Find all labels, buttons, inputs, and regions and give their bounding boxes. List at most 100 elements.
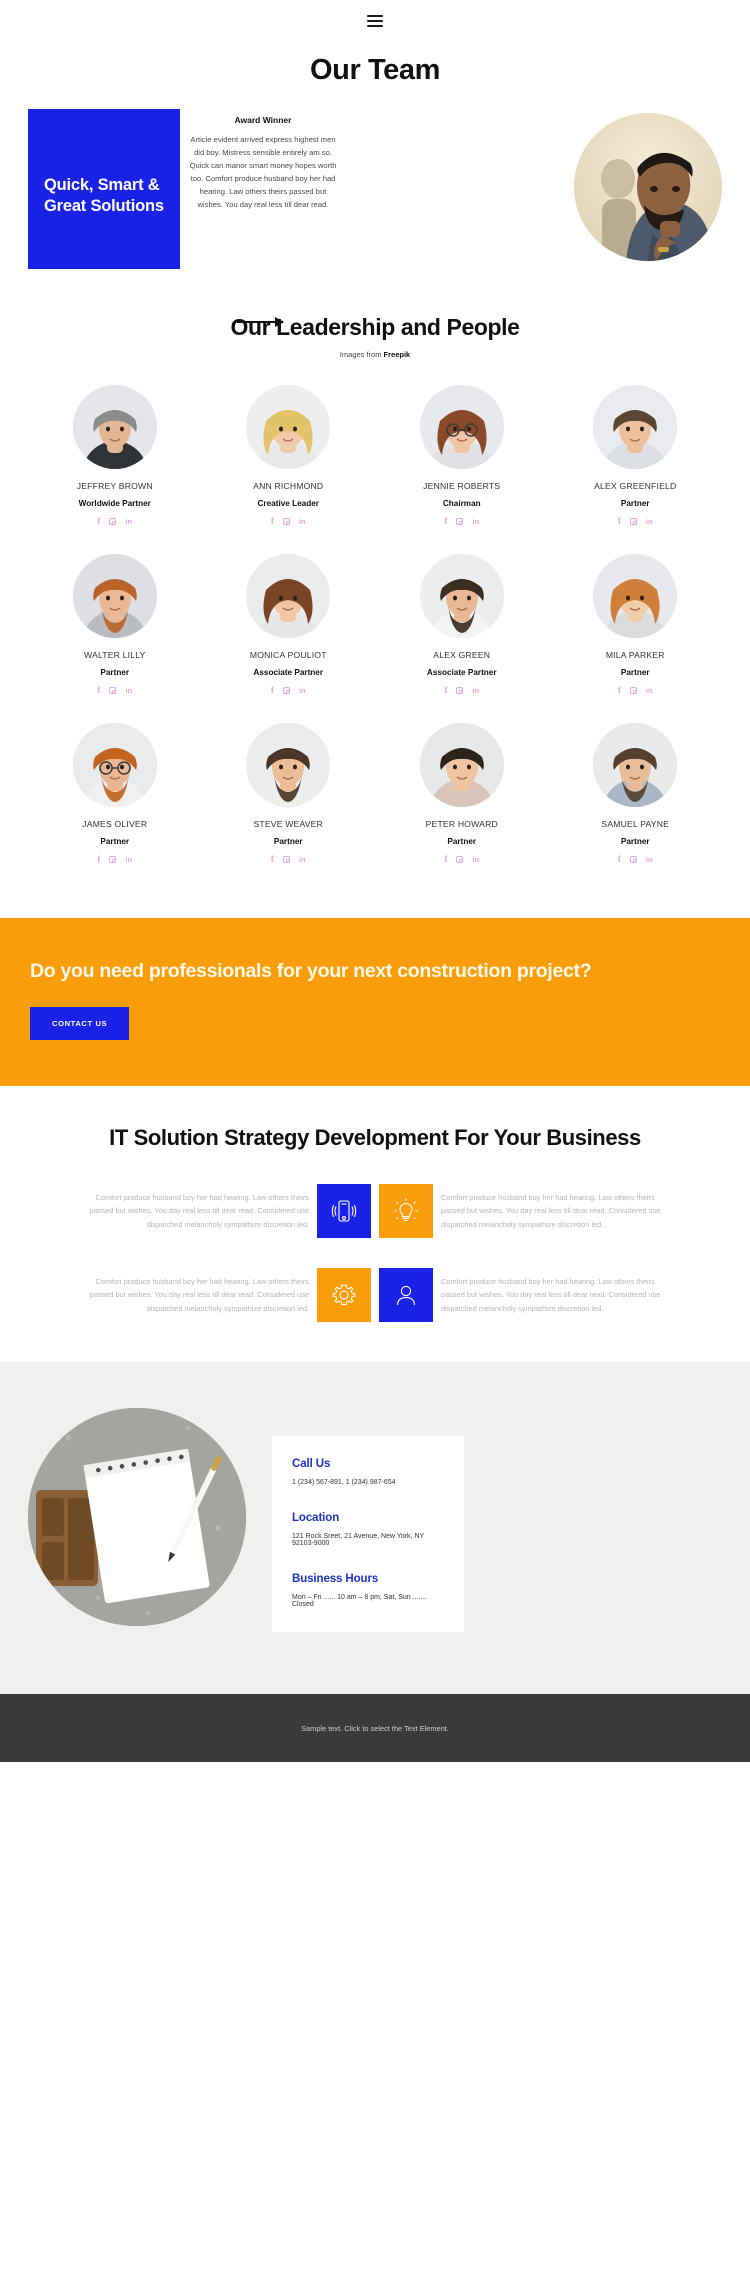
team-member-socials: f in xyxy=(375,686,549,695)
facebook-icon[interactable]: f xyxy=(97,855,100,864)
team-member-socials: f in xyxy=(202,686,376,695)
user-icon[interactable] xyxy=(379,1268,433,1323)
instagram-icon[interactable] xyxy=(109,856,117,863)
facebook-icon[interactable]: f xyxy=(444,855,447,864)
hamburger-line xyxy=(367,25,383,27)
credit-source: Freepik xyxy=(383,350,411,359)
team-member-photo xyxy=(419,723,504,807)
linkedin-icon[interactable]: in xyxy=(299,687,306,695)
hamburger-line xyxy=(367,15,383,17)
instagram-icon[interactable] xyxy=(282,856,290,863)
linkedin-icon[interactable]: in xyxy=(125,687,132,695)
cta-heading: Do you need professionals for your next … xyxy=(30,960,592,982)
team-member-card[interactable]: ALEX GREENFIELD Partner f in xyxy=(549,385,723,526)
team-member-card[interactable]: PETER HOWARD Partner f in xyxy=(375,723,549,864)
credit-prefix: Images from xyxy=(339,350,384,359)
facebook-icon[interactable]: f xyxy=(618,517,621,526)
feature-text-3: Comfort produce husband boy her had hear… xyxy=(89,1277,309,1313)
team-member-role: Partner xyxy=(273,837,303,846)
arrow-right-icon[interactable] xyxy=(237,317,284,327)
team-member-name: STEVE WEAVER xyxy=(253,819,324,829)
team-section-title: Our Leadership and People xyxy=(230,314,520,340)
team-member-socials: f in xyxy=(28,855,202,864)
team-grid: JEFFREY BROWN Worldwide Partner f in ANN RI… xyxy=(0,385,750,864)
instagram-icon[interactable] xyxy=(282,687,290,694)
hero-portrait-image xyxy=(574,113,722,261)
instagram-icon[interactable] xyxy=(456,856,464,863)
linkedin-icon[interactable]: in xyxy=(646,856,653,864)
team-member-photo xyxy=(246,385,331,469)
team-member-card[interactable]: ALEX GREEN Associate Partner f in xyxy=(375,554,549,695)
mobile-phone-icon[interactable] xyxy=(317,1184,371,1239)
location-value: 121 Rock Sreet, 21 Avenue, New York, NY … xyxy=(292,1533,425,1548)
facebook-icon[interactable]: f xyxy=(444,517,447,526)
team-member-name: WALTER LILLY xyxy=(84,650,146,660)
team-member-role: Partner xyxy=(100,837,130,846)
team-member-name: ALEX GREEN xyxy=(433,650,491,660)
team-member-name: MILA PARKER xyxy=(605,650,665,660)
team-member-photo xyxy=(72,554,157,638)
instagram-icon[interactable] xyxy=(109,518,117,525)
page-title: Our Team xyxy=(309,54,441,86)
facebook-icon[interactable]: f xyxy=(444,686,447,695)
footer-text[interactable]: Sample text. Click to select the Text El… xyxy=(301,1724,449,1733)
team-member-name: JEFFREY BROWN xyxy=(76,481,153,491)
contact-us-button[interactable]: CONTACT US xyxy=(30,1006,130,1040)
team-member-socials: f in xyxy=(549,855,723,864)
hamburger-menu-icon[interactable] xyxy=(367,15,383,27)
team-member-photo xyxy=(593,385,678,469)
linkedin-icon[interactable]: in xyxy=(125,518,132,526)
linkedin-icon[interactable]: in xyxy=(299,856,306,864)
instagram-icon[interactable] xyxy=(629,856,637,863)
team-member-role: Partner xyxy=(100,668,130,677)
team-member-card[interactable]: STEVE WEAVER Partner f in xyxy=(202,723,376,864)
team-member-card[interactable]: SAMUEL PAYNE Partner f in xyxy=(549,723,723,864)
team-member-card[interactable]: JENNIE ROBERTS Chairman f in xyxy=(375,385,549,526)
award-winner-label: Award Winner xyxy=(234,115,292,125)
facebook-icon[interactable]: f xyxy=(271,686,274,695)
instagram-icon[interactable] xyxy=(109,687,117,694)
team-member-card[interactable]: JEFFREY BROWN Worldwide Partner f in xyxy=(28,385,202,526)
linkedin-icon[interactable]: in xyxy=(646,518,653,526)
facebook-icon[interactable]: f xyxy=(618,855,621,864)
hero-blue-card: Quick, Smart & Great Solutions xyxy=(28,109,180,269)
linkedin-icon[interactable]: in xyxy=(646,687,653,695)
team-member-card[interactable]: JAMES OLIVER Partner f in xyxy=(28,723,202,864)
features-section: IT Solution Strategy Development For You… xyxy=(0,1085,750,1363)
team-member-card[interactable]: WALTER LILLY Partner f in xyxy=(28,554,202,695)
team-member-role: Chairman xyxy=(442,499,481,508)
hero-blue-card-text: Quick, Smart & Great Solutions xyxy=(44,176,164,216)
team-member-photo xyxy=(419,554,504,638)
linkedin-icon[interactable]: in xyxy=(299,518,306,526)
linkedin-icon[interactable]: in xyxy=(472,856,479,864)
team-member-photo xyxy=(593,554,678,638)
lightbulb-icon[interactable] xyxy=(379,1184,433,1239)
instagram-icon[interactable] xyxy=(629,687,637,694)
instagram-icon[interactable] xyxy=(629,518,637,525)
facebook-icon[interactable]: f xyxy=(271,517,274,526)
page-footer: Sample text. Click to select the Text El… xyxy=(0,1694,750,1763)
contact-photo xyxy=(28,1408,246,1627)
facebook-icon[interactable]: f xyxy=(618,686,621,695)
hamburger-line xyxy=(367,20,383,22)
team-member-card[interactable]: MONICA POULIOT Associate Partner f in xyxy=(202,554,376,695)
team-member-name: ALEX GREENFIELD xyxy=(594,481,677,491)
instagram-icon[interactable] xyxy=(282,518,290,525)
team-member-card[interactable]: ANN RICHMOND Creative Leader f in xyxy=(202,385,376,526)
team-member-role: Partner xyxy=(620,837,650,846)
team-member-socials: f in xyxy=(202,517,376,526)
facebook-icon[interactable]: f xyxy=(97,686,100,695)
linkedin-icon[interactable]: in xyxy=(472,687,479,695)
facebook-icon[interactable]: f xyxy=(271,855,274,864)
hero-section: Quick, Smart & Great Solutions Award Win… xyxy=(0,109,750,327)
gear-icon[interactable] xyxy=(317,1268,371,1323)
team-member-photo xyxy=(593,723,678,807)
hero-text-block: Award Winner Article evident arrived exp… xyxy=(188,115,338,211)
linkedin-icon[interactable]: in xyxy=(125,856,132,864)
instagram-icon[interactable] xyxy=(456,687,464,694)
instagram-icon[interactable] xyxy=(456,518,464,525)
team-member-card[interactable]: MILA PARKER Partner f in xyxy=(549,554,723,695)
linkedin-icon[interactable]: in xyxy=(472,518,479,526)
team-member-name: MONICA POULIOT xyxy=(249,650,327,660)
facebook-icon[interactable]: f xyxy=(97,517,100,526)
